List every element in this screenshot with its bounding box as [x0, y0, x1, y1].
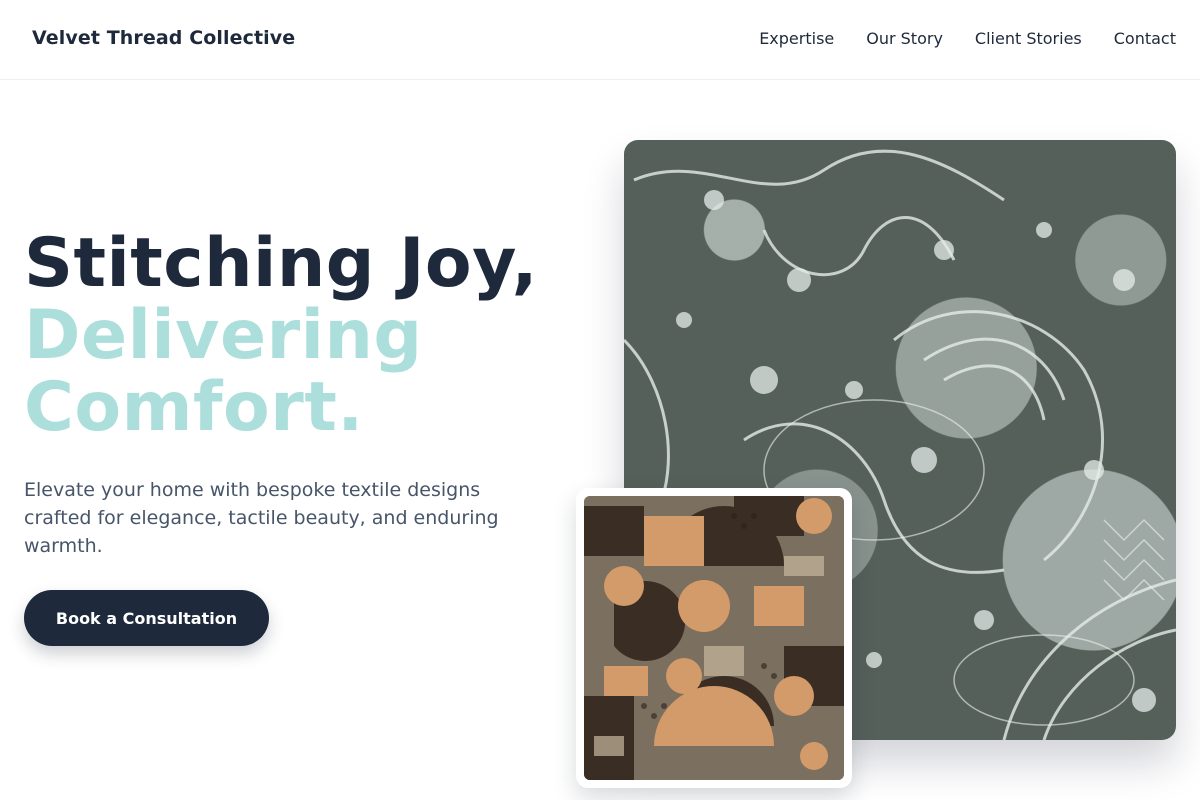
geometric-fabric-image — [584, 496, 844, 780]
hero-heading-block: Stitching Joy, Delivering Comfort. — [24, 228, 584, 444]
headline-line-1: Stitching Joy, — [24, 224, 538, 303]
brand-logo-text[interactable]: Velvet Thread Collective — [32, 27, 295, 49]
hero-subtext: Elevate your home with bespoke textile d… — [24, 479, 499, 557]
headline-line-2: Delivering — [24, 296, 423, 375]
hero-headline: Stitching Joy, Delivering Comfort. — [24, 228, 584, 444]
nav-link-client-stories[interactable]: Client Stories — [975, 29, 1082, 48]
pattern-fabric-card — [576, 488, 852, 788]
nav-link-our-story[interactable]: Our Story — [866, 29, 943, 48]
book-consultation-button[interactable]: Book a Consultation — [24, 590, 269, 646]
headline-line-3: Comfort. — [24, 368, 364, 447]
nav-link-expertise[interactable]: Expertise — [759, 29, 834, 48]
geometric-pattern-art — [584, 496, 844, 780]
main-nav: Expertise Our Story Client Stories Conta… — [759, 29, 1176, 48]
nav-link-contact[interactable]: Contact — [1114, 29, 1176, 48]
site-header: Velvet Thread Collective Expertise Our S… — [0, 0, 1200, 80]
